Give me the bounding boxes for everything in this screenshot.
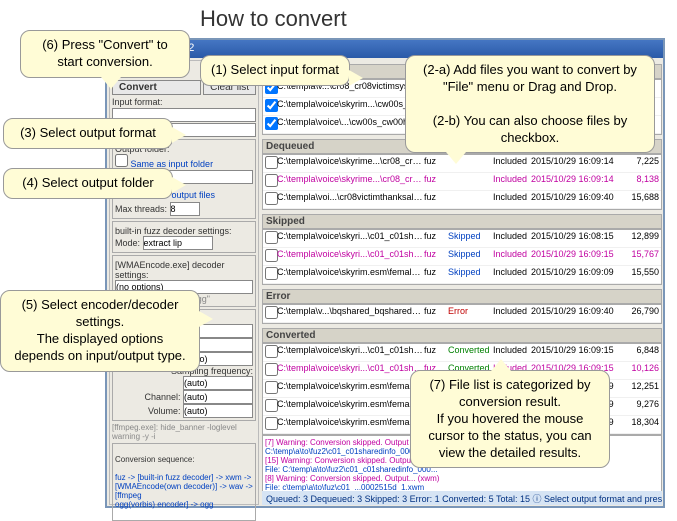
row-size: 15,767 bbox=[621, 249, 659, 264]
warning-line: [8] Warning: Conversion skipped. Output.… bbox=[265, 474, 659, 483]
seq-text: fuz -> [built-in fuzz decoder] -> xwm ->… bbox=[115, 473, 253, 509]
section-error: Error bbox=[262, 289, 662, 304]
row-included: Included bbox=[493, 231, 531, 246]
row-date: 2015/10/29 16:09:40 bbox=[531, 192, 621, 207]
callout-4-output-folder: (4) Select output folder bbox=[3, 168, 173, 199]
row-status: Error bbox=[448, 306, 493, 321]
row-included: Included bbox=[493, 156, 531, 171]
list-error: C:\templa\v...\bqshared_bqsharedsharedin… bbox=[262, 304, 662, 324]
row-size: 26,790 bbox=[621, 306, 659, 321]
row-included: Included bbox=[493, 267, 531, 282]
row-date: 2015/10/29 16:09:14 bbox=[531, 156, 621, 171]
row-included: Included bbox=[493, 306, 531, 321]
row-ext: fuz bbox=[424, 192, 448, 207]
fuz-decoder-label: built-in fuzz decoder settings: bbox=[115, 226, 253, 236]
callout-7-file-list: (7) File list is categorized by conversi… bbox=[410, 370, 610, 468]
row-path: C:\templa\voice\skyrim.esm\female...\cr0… bbox=[277, 267, 424, 282]
page-title: How to convert bbox=[200, 6, 347, 32]
row-ext: fuz bbox=[424, 156, 448, 171]
row-ext: fuz bbox=[424, 231, 448, 246]
row-included: Included bbox=[493, 345, 531, 360]
input-format-label: Input format: bbox=[112, 97, 256, 107]
section-converted: Converted bbox=[262, 328, 662, 343]
table-row[interactable]: C:\templa\voice\skyri...\c01_c01sharedin… bbox=[263, 230, 661, 248]
row-date: 2015/10/29 16:09:40 bbox=[531, 306, 621, 321]
row-path: C:\templa\voice\skyrime...\cr08_cr08hell… bbox=[277, 156, 424, 171]
row-size: 15,688 bbox=[621, 192, 659, 207]
row-size: 18,304 bbox=[621, 417, 659, 432]
mode-select[interactable] bbox=[143, 236, 213, 250]
row-status bbox=[448, 174, 493, 189]
row-date: 2015/10/29 16:09:15 bbox=[531, 345, 621, 360]
callout-1-input-format: (1) Select input format bbox=[200, 55, 350, 86]
row-path: C:\templa\voice\skyri...\c01_c01sharedin… bbox=[277, 231, 424, 246]
section-skipped: Skipped bbox=[262, 214, 662, 229]
row-ext: fuz bbox=[424, 306, 448, 321]
row-path: C:\templa\voice\skyri...\c01_c01sharedin… bbox=[277, 345, 424, 360]
row-path: C:\templa\voice\skyrim.esm\female...\cr0… bbox=[277, 381, 424, 396]
table-row[interactable]: C:\templa\v...\bqshared_bqsharedsharedin… bbox=[263, 305, 661, 323]
callout-5-encoder-settings: (5) Select encoder/decoder settings. The… bbox=[0, 290, 200, 372]
table-row[interactable]: C:\templa\voice\skyri...\c01_c01sharedin… bbox=[263, 344, 661, 362]
row-status: Converted bbox=[448, 345, 493, 360]
row-path: C:\templa\voice\skyrim.esm\female...\cr0… bbox=[277, 399, 424, 414]
row-size: 8,138 bbox=[621, 174, 659, 189]
row-size: 12,251 bbox=[621, 381, 659, 396]
row-ext: fuz bbox=[424, 249, 448, 264]
row-path: C:\templa\voice\skyrim.esm\female...\cr0… bbox=[277, 417, 424, 432]
mode-label: Mode: bbox=[115, 238, 140, 248]
table-row[interactable]: C:\templa\voice\skyri...\c01_c01sharedin… bbox=[263, 248, 661, 266]
row-status bbox=[448, 192, 493, 207]
row-path: C:\templa\voice\skyri...\c01_c01sharedin… bbox=[277, 249, 424, 264]
volume-label: Volume: bbox=[148, 406, 181, 416]
row-included: Included bbox=[493, 249, 531, 264]
row-path: C:\templa\voice\...\cw00s_cw00hello_000b… bbox=[277, 117, 424, 132]
row-status: Skipped bbox=[448, 231, 493, 246]
volume-select[interactable] bbox=[183, 404, 253, 418]
row-size: 6,848 bbox=[621, 345, 659, 360]
row-included: Included bbox=[493, 174, 531, 189]
row-size: 12,899 bbox=[621, 231, 659, 246]
table-row[interactable]: C:\templa\voi...\cr08victimthanksalias_0… bbox=[263, 191, 661, 209]
list-skipped: C:\templa\voice\skyri...\c01_c01sharedin… bbox=[262, 229, 662, 285]
callout-2-add-files: (2-a) Add files you want to convert by "… bbox=[405, 55, 655, 153]
callout-3-output-format: (3) Select output format bbox=[3, 118, 173, 149]
row-size: 15,550 bbox=[621, 267, 659, 282]
ffmpeg-line: [ffmpeg.exe]: hide_banner -loglevel warn… bbox=[112, 423, 256, 441]
status-bar: Queued: 3 Dequeued: 3 Skipped: 3 Error: … bbox=[262, 491, 662, 505]
row-ext: fuz bbox=[424, 174, 448, 189]
callout-6-convert: (6) Press "Convert" to start conversion. bbox=[20, 30, 190, 78]
row-date: 2015/10/29 16:08:15 bbox=[531, 231, 621, 246]
row-ext: fuz bbox=[424, 345, 448, 360]
row-status: Skipped bbox=[448, 267, 493, 282]
row-included: Included bbox=[493, 192, 531, 207]
row-date: 2015/10/29 16:09:09 bbox=[531, 267, 621, 282]
row-path: C:\templa\voice\skyri...\c01_c01sharedin… bbox=[277, 363, 424, 378]
convert-button[interactable]: Convert bbox=[112, 80, 201, 95]
row-size: 10,126 bbox=[621, 363, 659, 378]
channel-label: Channel: bbox=[144, 392, 180, 402]
row-ext: fuz bbox=[424, 267, 448, 282]
sampling-select[interactable] bbox=[183, 376, 253, 390]
row-path: C:\templa\voice\skyrim...\cw00s_cw00hell… bbox=[277, 99, 424, 114]
same-as-input-checkbox[interactable] bbox=[115, 154, 128, 167]
wma-decoder-label: [WMAEncode.exe] decoder settings: bbox=[115, 260, 253, 280]
row-date: 2015/10/29 16:09:15 bbox=[531, 249, 621, 264]
row-path: C:\templa\voice\skyrime...\cr08_cr08hell… bbox=[277, 174, 424, 189]
table-row[interactable]: C:\templa\voice\skyrim.esm\female...\cr0… bbox=[263, 266, 661, 284]
row-size: 7,225 bbox=[621, 156, 659, 171]
row-date: 2015/10/29 16:09:14 bbox=[531, 174, 621, 189]
row-path: C:\templa\voi...\cr08victimthanksalias_0… bbox=[277, 192, 424, 207]
max-threads-label: Max threads: bbox=[115, 204, 167, 214]
row-status: Skipped bbox=[448, 249, 493, 264]
max-threads-input[interactable] bbox=[170, 202, 200, 216]
table-row[interactable]: C:\templa\voice\skyrime...\cr08_cr08hell… bbox=[263, 173, 661, 191]
channel-select[interactable] bbox=[183, 390, 253, 404]
seq-label: Conversion sequence: bbox=[115, 455, 253, 464]
row-size: 9,276 bbox=[621, 399, 659, 414]
row-path: C:\templa\v...\bqshared_bqsharedsharedin… bbox=[277, 306, 424, 321]
